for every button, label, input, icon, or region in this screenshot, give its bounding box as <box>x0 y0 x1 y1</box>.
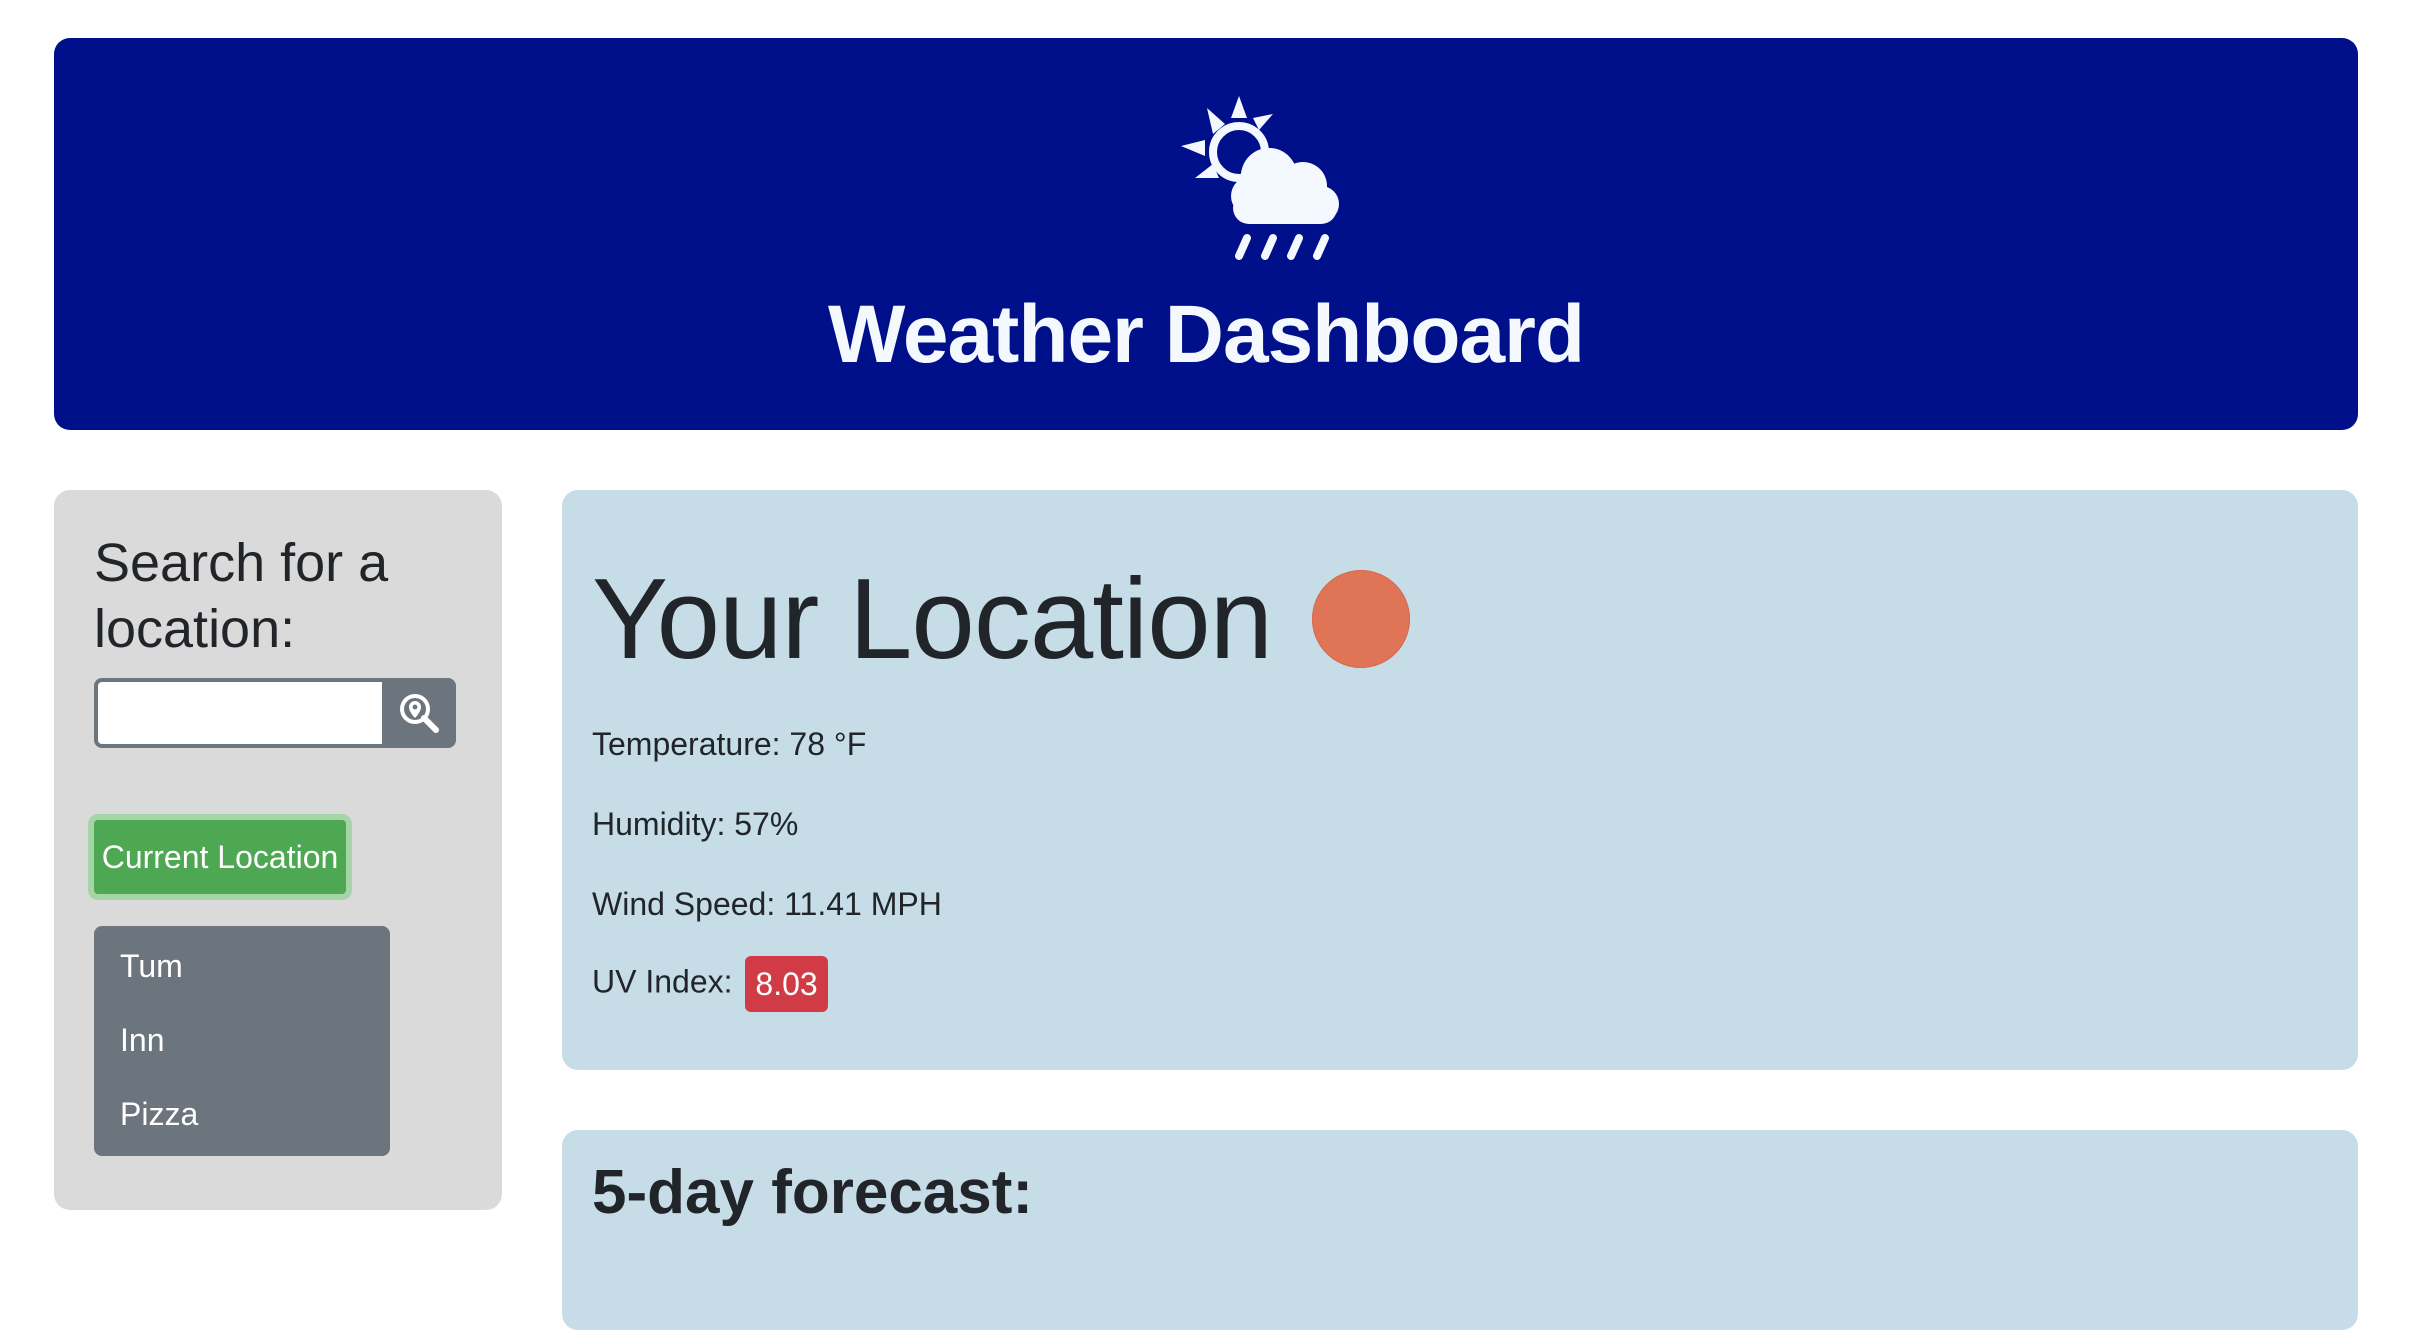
humidity-text: Humidity: 57% <box>592 806 799 842</box>
search-input[interactable] <box>94 678 382 748</box>
wind-speed-text: Wind Speed: 11.41 MPH <box>592 886 942 922</box>
history-item-inn[interactable]: Inn <box>120 1020 164 1060</box>
weather-circle-icon <box>1312 570 1410 668</box>
search-sidebar: Search for a location: Current Location … <box>54 490 502 1210</box>
temperature-text: Temperature: 78 °F <box>592 726 867 762</box>
location-search-icon <box>400 694 439 733</box>
current-location-button[interactable]: Current Location <box>88 814 352 900</box>
uv-index-label: UV Index: <box>592 963 733 1000</box>
history-item-pizza[interactable]: Pizza <box>120 1094 198 1134</box>
search-button[interactable] <box>382 678 456 748</box>
sun-cloud-rain-icon <box>1181 96 1339 260</box>
forecast-title: 5-day forecast: <box>592 1158 1034 1227</box>
history-item-tum[interactable]: Tum <box>120 946 183 986</box>
location-title: Your Location <box>592 556 1273 683</box>
search-heading: Search for a location: <box>94 533 389 659</box>
page-title: Weather Dashboard <box>827 289 1585 380</box>
forecast-card: 5-day forecast: <box>562 1130 2358 1330</box>
current-weather-card: Your Location Temperature: 78 °F Humidit… <box>562 490 2358 1070</box>
uv-index-row: UV Index: 8.03 <box>592 956 828 1012</box>
header-banner: Weather Dashboard <box>54 38 2358 430</box>
uv-index-badge: 8.03 <box>745 956 828 1012</box>
search-history-list: Tum Inn Pizza <box>94 926 390 1156</box>
